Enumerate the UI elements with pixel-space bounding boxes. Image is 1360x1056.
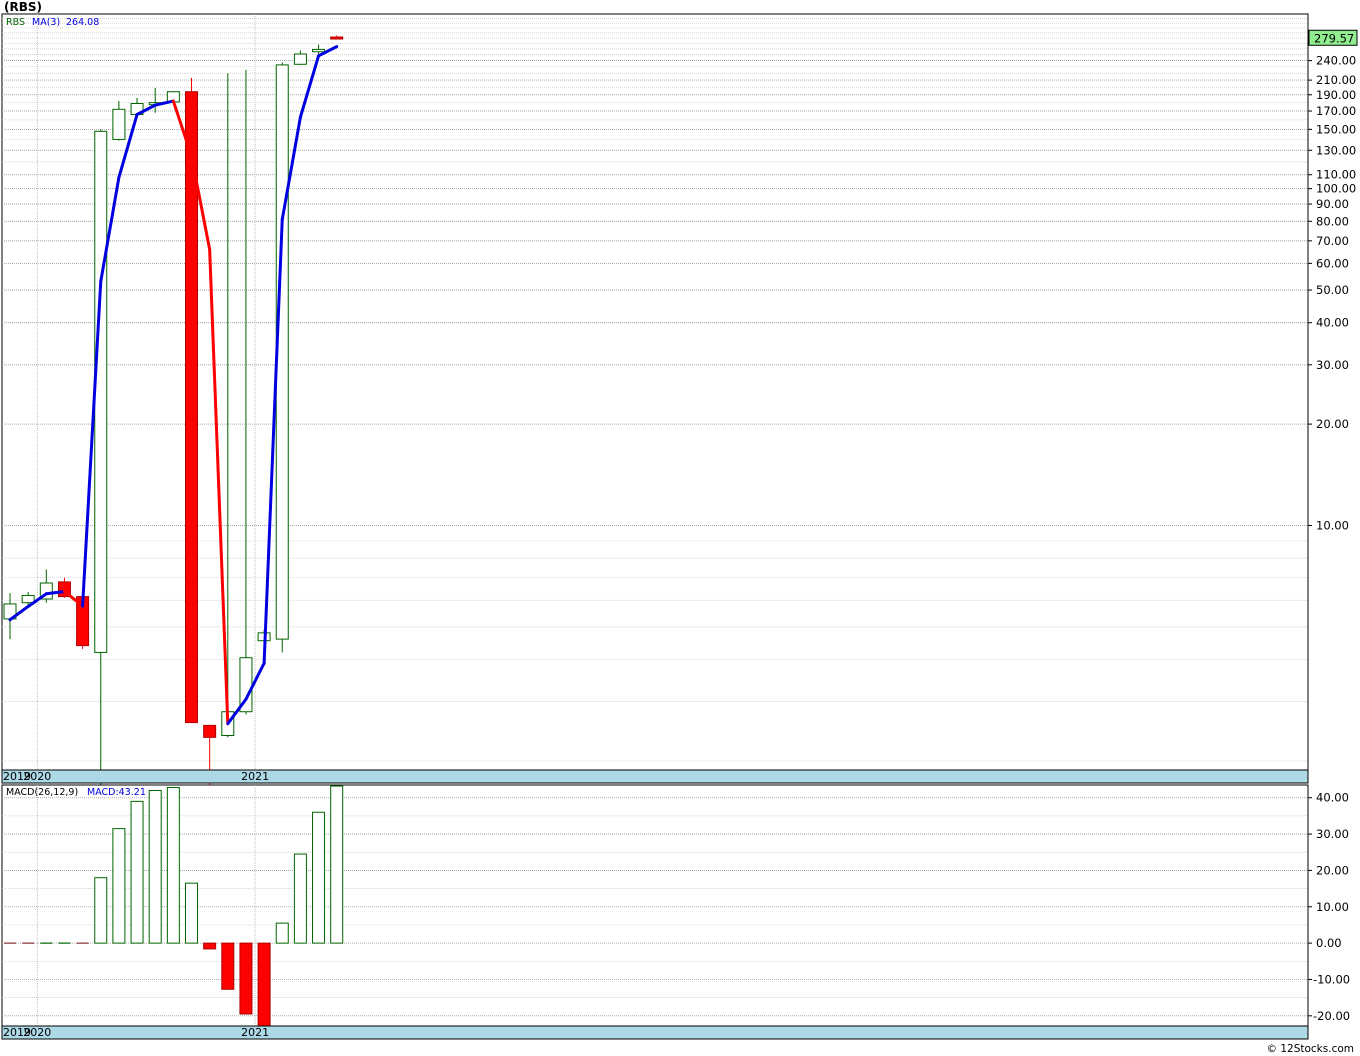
macd-y-tick-label: -10.00 — [1313, 972, 1350, 986]
price-y-tick-label: 170.00 — [1316, 104, 1356, 118]
macd-bar — [293, 853, 307, 944]
last-price-box: 279.57 — [1308, 29, 1358, 46]
price-y-tick-label: 190.00 — [1316, 88, 1356, 102]
candle-body — [312, 48, 326, 53]
price-y-tick-label: 70.00 — [1316, 234, 1349, 248]
macd-bar — [166, 787, 180, 944]
chart-canvas: 240.00 210.00190.00 170.00 150.00 130.00 110.… — [1, 13, 1358, 1040]
macd-panel: 40.0030.0020.0010.000.00-10.00-20.00 201… — [1, 784, 1350, 1040]
legend-ma-label: MA(3) — [32, 17, 60, 28]
candle-body — [21, 594, 35, 604]
price-y-tick-label: 30.00 — [1316, 358, 1349, 372]
macd-bar — [130, 800, 144, 944]
macd-bar — [330, 785, 344, 944]
macd-y-axis: 40.00 30.00 20.00 10.00 0.00 -10.00 -20.00 — [1308, 791, 1350, 1023]
macd-x-axis-band — [1, 1025, 1309, 1040]
price-y-axis: 240.00 210.00190.00 170.00 150.00 130.00 110.… — [1308, 54, 1356, 533]
macd-y-tick-label: 10.00 — [1316, 900, 1349, 914]
macd-bar — [221, 942, 235, 990]
last-price-label: 279.57 — [1314, 31, 1354, 45]
macd-bar — [94, 877, 108, 944]
price-x-axis-band — [1, 769, 1309, 784]
macd-y-tick-label: 40.00 — [1316, 791, 1349, 805]
price-y-tick-label: 10.00 — [1316, 519, 1349, 533]
price-y-tick-label: 130.00 — [1316, 143, 1356, 157]
price-y-tick-label: 80.00 — [1316, 214, 1349, 228]
price-x-tick-label: 2020 — [23, 770, 51, 783]
macd-bar — [312, 811, 326, 944]
macd-y-tick-label: 20.00 — [1316, 863, 1349, 877]
macd-bar — [112, 828, 126, 944]
candle-body — [94, 130, 108, 653]
macd-y-tick-label: 30.00 — [1316, 827, 1349, 841]
macd-x-tick-label: 2021 — [241, 1026, 269, 1039]
legend-symbol: RBS — [6, 17, 25, 28]
price-panel: 240.00 210.00190.00 170.00 150.00 130.00 110.… — [1, 13, 1358, 785]
macd-y-tick-label: 0.00 — [1316, 936, 1342, 950]
macd-bar — [239, 942, 253, 1015]
legend-ma-value: 264.08 — [66, 17, 99, 28]
candle-body — [330, 36, 344, 40]
price-y-tick-label: 240.00 — [1316, 54, 1356, 68]
candle-body — [203, 724, 217, 738]
macd-x-tick-label: 2020 — [23, 1026, 51, 1039]
macd-bar — [257, 942, 271, 1027]
price-y-tick-label: 20.00 — [1316, 417, 1349, 431]
macd-legend-value: MACD:43.21 — [87, 787, 146, 798]
macd-bar — [203, 942, 217, 950]
price-y-tick-label: 100.00 — [1316, 182, 1356, 196]
price-y-tick-label: 90.00 — [1316, 197, 1349, 211]
price-y-tick-label: 60.00 — [1316, 256, 1349, 270]
credit-text: © 12Stocks.com — [1266, 1043, 1355, 1055]
macd-y-tick-label: -20.00 — [1313, 1009, 1350, 1023]
price-y-tick-label: 50.00 — [1316, 283, 1349, 297]
macd-bar — [275, 922, 289, 944]
candle-body — [112, 108, 126, 140]
price-y-tick-label: 40.00 — [1316, 316, 1349, 330]
macd-bar — [148, 789, 162, 944]
macd-bar — [185, 882, 198, 944]
price-y-tick-label: 210.00 — [1316, 73, 1356, 87]
price-y-tick-label: 150.00 — [1316, 122, 1356, 136]
macd-legend-label: MACD(26,12,9) — [6, 787, 78, 798]
price-x-tick-label: 2021 — [241, 770, 269, 783]
candle-body — [293, 53, 307, 65]
price-y-tick-label: 110.00 — [1316, 168, 1356, 182]
candle-body — [185, 91, 198, 724]
